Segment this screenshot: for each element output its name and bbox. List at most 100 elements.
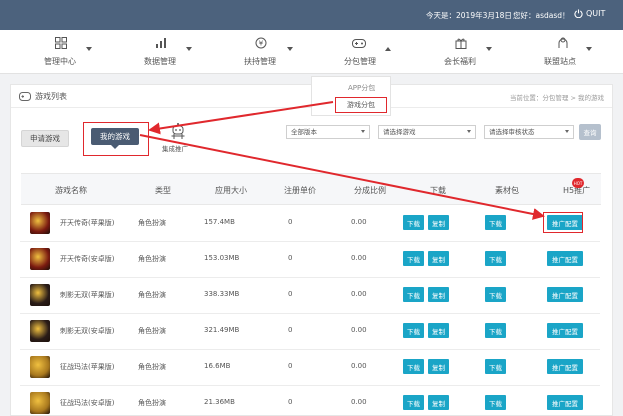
table-header: 游戏名称 类型 应用大小 注册单价 分成比例 下载 素材包 H5推广 (21, 173, 601, 205)
game-select-value: 请选择游戏 (383, 128, 416, 136)
share-ratio: 0.00 (351, 398, 367, 406)
quit-button[interactable]: QUIT (574, 9, 605, 18)
promo-config-button[interactable]: 推广配置 (547, 251, 583, 266)
subpackage-dropdown: APP分包 游戏分包 (311, 76, 391, 116)
app-size: 153.03MB (204, 254, 240, 262)
status-select[interactable]: 请选择审核状态 (484, 125, 574, 139)
app-size: 338.33MB (204, 290, 240, 298)
material-download-button[interactable]: 下载 (485, 287, 506, 302)
mygames-highlight: 我的游戏 (83, 122, 149, 156)
status-select-value: 请选择审核状态 (489, 128, 535, 136)
gift-icon (454, 37, 468, 49)
nav-item-alliance-sites[interactable]: 联盟站点 (520, 30, 623, 74)
col-share-ratio: 分成比例 (354, 186, 386, 195)
promo-config-button[interactable]: 推广配置 (547, 395, 583, 410)
copy-button[interactable]: 复制 (428, 395, 449, 410)
share-ratio: 0.00 (351, 254, 367, 262)
download-button[interactable]: 下载 (403, 287, 424, 302)
promo-config-button[interactable]: 推广配置 (547, 323, 583, 338)
reg-price: 0 (288, 254, 293, 262)
integrate-promotion[interactable]: 集成推广 (160, 123, 196, 153)
gamepad-icon (352, 37, 366, 49)
app-size: 157.4MB (204, 218, 235, 226)
material-download-button[interactable]: 下载 (485, 251, 506, 266)
game-name: 征战玛法(苹果版) (60, 363, 115, 371)
nav-item-support-management[interactable]: ¥ 扶持管理 (208, 30, 312, 74)
nav-item-subpackage-management[interactable]: 分包管理 (312, 30, 416, 74)
nav-label: 扶持管理 (244, 57, 276, 66)
col-game-name: 游戏名称 (55, 186, 87, 195)
game-type: 角色扮演 (138, 399, 166, 407)
apply-game-button[interactable]: 申请游戏 (21, 130, 69, 147)
quit-label: QUIT (586, 9, 606, 18)
nav-item-data-management[interactable]: 数据管理 (104, 30, 208, 74)
chevron-down-icon (586, 47, 592, 51)
chevron-down-icon (565, 130, 569, 133)
table-row: 征战玛法(安卓版) 角色扮演 21.36MB 0 0.00 下载 复制 下载 推… (20, 386, 600, 416)
alliance-icon (556, 37, 570, 49)
chevron-up-icon (385, 47, 391, 51)
user-greeting: 您好：asdasd！ (513, 11, 570, 20)
game-type: 角色扮演 (138, 363, 166, 371)
download-button[interactable]: 下载 (403, 251, 424, 266)
current-date: 今天是：2019年3月18日 (426, 11, 512, 20)
copy-button[interactable]: 复制 (428, 323, 449, 338)
game-thumbnail (30, 248, 50, 270)
nav-item-management-center[interactable]: 管理中心 (0, 30, 104, 74)
game-name: 刺影无双(安卓版) (60, 327, 115, 335)
reg-price: 0 (288, 398, 293, 406)
query-button[interactable]: 查询 (579, 124, 601, 140)
game-name: 征战玛法(安卓版) (60, 399, 115, 407)
copy-button[interactable]: 复制 (428, 251, 449, 266)
panel-title: 游戏列表 (19, 91, 67, 102)
game-name: 开天传奇(苹果版) (60, 219, 115, 227)
robot-icon (171, 123, 185, 139)
game-thumbnail (30, 392, 50, 414)
main-nav: 管理中心 数据管理 ¥ 扶持管理 分包管理 会长福利 联盟站点 (0, 30, 623, 74)
game-type: 角色扮演 (138, 219, 166, 227)
share-ratio: 0.00 (351, 218, 367, 226)
bar-chart-icon (154, 37, 168, 49)
game-type: 角色扮演 (138, 255, 166, 263)
material-download-button[interactable]: 下载 (485, 395, 506, 410)
download-button[interactable]: 下载 (403, 323, 424, 338)
nav-label: 数据管理 (144, 57, 176, 66)
game-name: 开天传奇(安卓版) (60, 255, 115, 263)
game-thumbnail (30, 320, 50, 342)
copy-button[interactable]: 复制 (428, 215, 449, 230)
material-download-button[interactable]: 下载 (485, 215, 506, 230)
version-select[interactable]: 全部版本 (286, 125, 370, 139)
my-games-button[interactable]: 我的游戏 (91, 128, 139, 149)
download-button[interactable]: 下载 (403, 359, 424, 374)
col-type: 类型 (155, 186, 171, 195)
nav-item-leader-benefits[interactable]: 会长福利 (416, 30, 520, 74)
nav-label: 管理中心 (44, 57, 76, 66)
share-ratio: 0.00 (351, 326, 367, 334)
table-row: 征战玛法(苹果版) 角色扮演 16.6MB 0 0.00 下载 复制 下载 推广… (20, 350, 600, 386)
chevron-down-icon (361, 130, 365, 133)
menu-item-game-subpackage[interactable]: 游戏分包 (335, 97, 387, 113)
material-download-button[interactable]: 下载 (485, 359, 506, 374)
material-download-button[interactable]: 下载 (485, 323, 506, 338)
game-thumbnail (30, 356, 50, 378)
panel-title-text: 游戏列表 (35, 92, 67, 101)
promo-config-highlight (543, 212, 583, 233)
nav-label: 联盟站点 (544, 57, 576, 66)
game-select[interactable]: 请选择游戏 (378, 125, 476, 139)
chevron-down-icon (467, 130, 471, 133)
share-ratio: 0.00 (351, 290, 367, 298)
table-row: 刺影无双(苹果版) 角色扮演 338.33MB 0 0.00 下载 复制 下载 … (20, 278, 600, 314)
reg-price: 0 (288, 362, 293, 370)
version-select-value: 全部版本 (291, 128, 317, 136)
menu-item-app-subpackage[interactable]: APP分包 (348, 83, 375, 93)
reg-price: 0 (288, 290, 293, 298)
promo-config-button[interactable]: 推广配置 (547, 359, 583, 374)
promo-config-button[interactable]: 推广配置 (547, 287, 583, 302)
download-button[interactable]: 下载 (403, 215, 424, 230)
copy-button[interactable]: 复制 (428, 287, 449, 302)
download-button[interactable]: 下载 (403, 395, 424, 410)
app-size: 16.6MB (204, 362, 231, 370)
copy-button[interactable]: 复制 (428, 359, 449, 374)
integrate-label: 集成推广 (162, 145, 188, 153)
coin-icon: ¥ (254, 37, 268, 49)
